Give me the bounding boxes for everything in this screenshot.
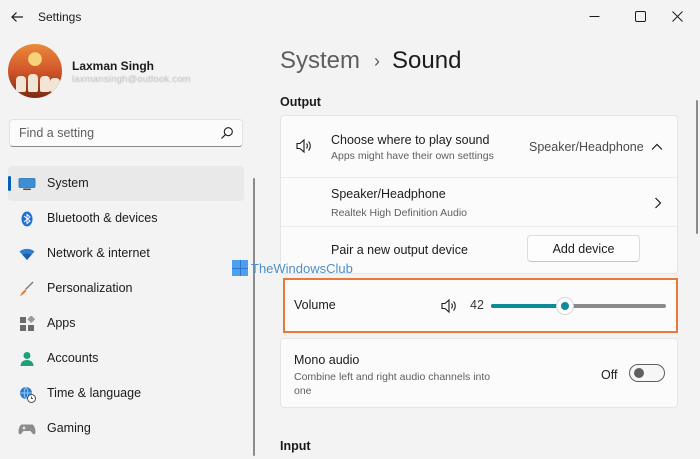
device-detail: Realtek High Definition Audio: [331, 207, 467, 219]
apps-icon: [18, 315, 36, 333]
wifi-icon: [18, 245, 36, 263]
mono-audio-title: Mono audio: [294, 353, 360, 367]
selection-indicator: [8, 176, 11, 191]
add-device-button[interactable]: Add device: [527, 235, 640, 262]
breadcrumb: System › Sound: [280, 44, 461, 78]
minimize-button[interactable]: [571, 0, 617, 32]
speaker-icon: [296, 138, 311, 154]
sidebar-item-time-language[interactable]: Time & language: [8, 376, 244, 411]
choose-output-row[interactable]: Choose where to play sound Apps might ha…: [281, 116, 677, 177]
chevron-up-icon[interactable]: [648, 138, 666, 156]
sidebar-item-label: Network & internet: [47, 246, 150, 260]
sidebar-item-gaming[interactable]: Gaming: [8, 411, 244, 446]
sidebar-item-bluetooth[interactable]: Bluetooth & devices: [8, 201, 244, 236]
watermark-text: TheWindowsClub: [251, 260, 353, 276]
breadcrumb-parent[interactable]: System: [280, 47, 360, 75]
controller-icon: [18, 420, 36, 438]
back-button[interactable]: [6, 6, 28, 28]
sidebar-item-label: Gaming: [47, 421, 91, 435]
sidebar-item-apps[interactable]: Apps: [8, 306, 244, 341]
title-bar: Settings: [0, 0, 700, 34]
search-icon: [221, 127, 233, 139]
sidebar-item-personalization[interactable]: Personalization: [8, 271, 244, 306]
volume-label: Volume: [294, 298, 336, 312]
breadcrumb-separator: ›: [374, 50, 381, 71]
search-input[interactable]: Find a setting: [9, 119, 243, 147]
bluetooth-icon: [18, 210, 36, 228]
toggle-knob: [634, 368, 644, 378]
sidebar-item-accounts[interactable]: Accounts: [8, 341, 244, 376]
volume-value: 42: [470, 298, 484, 312]
back-arrow-icon: [11, 12, 23, 22]
avatar[interactable]: [8, 44, 62, 98]
watermark-logo-icon: [232, 260, 248, 276]
sidebar-nav: System Bluetooth & devices Network & int…: [8, 166, 244, 446]
sidebar-item-label: Bluetooth & devices: [47, 211, 158, 225]
output-card: Choose where to play sound Apps might ha…: [280, 115, 678, 274]
mono-audio-description: Combine left and right audio channels in…: [294, 371, 491, 383]
choose-output-title: Choose where to play sound: [331, 133, 490, 147]
output-section-title: Output: [280, 95, 321, 109]
mono-audio-state: Off: [601, 368, 618, 382]
sidebar-scrollbar[interactable]: [253, 178, 255, 456]
main-scrollbar[interactable]: [696, 100, 698, 234]
sidebar-item-label: Personalization: [47, 281, 133, 295]
search-placeholder: Find a setting: [19, 126, 95, 140]
input-section-title: Input: [280, 439, 311, 453]
sidebar-item-system[interactable]: System: [8, 166, 244, 201]
sidebar-item-label: Accounts: [47, 351, 99, 365]
user-email: laxmansingh@outlook.com: [72, 74, 191, 85]
monitor-icon: [18, 175, 36, 193]
output-device-row[interactable]: Speaker/Headphone Realtek High Definitio…: [281, 178, 677, 226]
choose-output-subtitle: Apps might have their own settings: [331, 150, 494, 162]
sidebar-item-label: Time & language: [47, 386, 142, 400]
sidebar-item-network[interactable]: Network & internet: [8, 236, 244, 271]
pair-device-label: Pair a new output device: [331, 243, 468, 257]
user-name: Laxman Singh: [72, 59, 155, 73]
person-icon: [18, 350, 36, 368]
mono-audio-description-cont: one: [294, 385, 312, 397]
mono-audio-card: Mono audio Combine left and right audio …: [280, 338, 678, 408]
close-icon: [671, 10, 683, 22]
brush-icon: [18, 280, 36, 298]
selected-output-value: Speaker/Headphone: [529, 140, 644, 154]
speaker-icon[interactable]: [440, 297, 458, 315]
sidebar-item-label: Apps: [47, 316, 76, 330]
window-title: Settings: [38, 10, 82, 24]
volume-card: Volume 42: [283, 278, 678, 333]
watermark: TheWindowsClub: [232, 260, 353, 276]
volume-slider-thumb[interactable]: [555, 297, 574, 315]
device-name: Speaker/Headphone: [331, 187, 446, 201]
maximize-icon: [634, 10, 646, 22]
page-title: Sound: [392, 47, 462, 74]
minimize-icon: [589, 15, 599, 17]
close-button[interactable]: [654, 0, 700, 32]
volume-slider[interactable]: [491, 297, 666, 315]
mono-audio-toggle[interactable]: [629, 364, 665, 382]
chevron-right-icon: [655, 197, 662, 209]
divider: [281, 226, 677, 227]
globe-clock-icon: [18, 385, 36, 403]
sidebar-item-label: System: [47, 176, 89, 190]
volume-slider-fill: [491, 304, 565, 308]
